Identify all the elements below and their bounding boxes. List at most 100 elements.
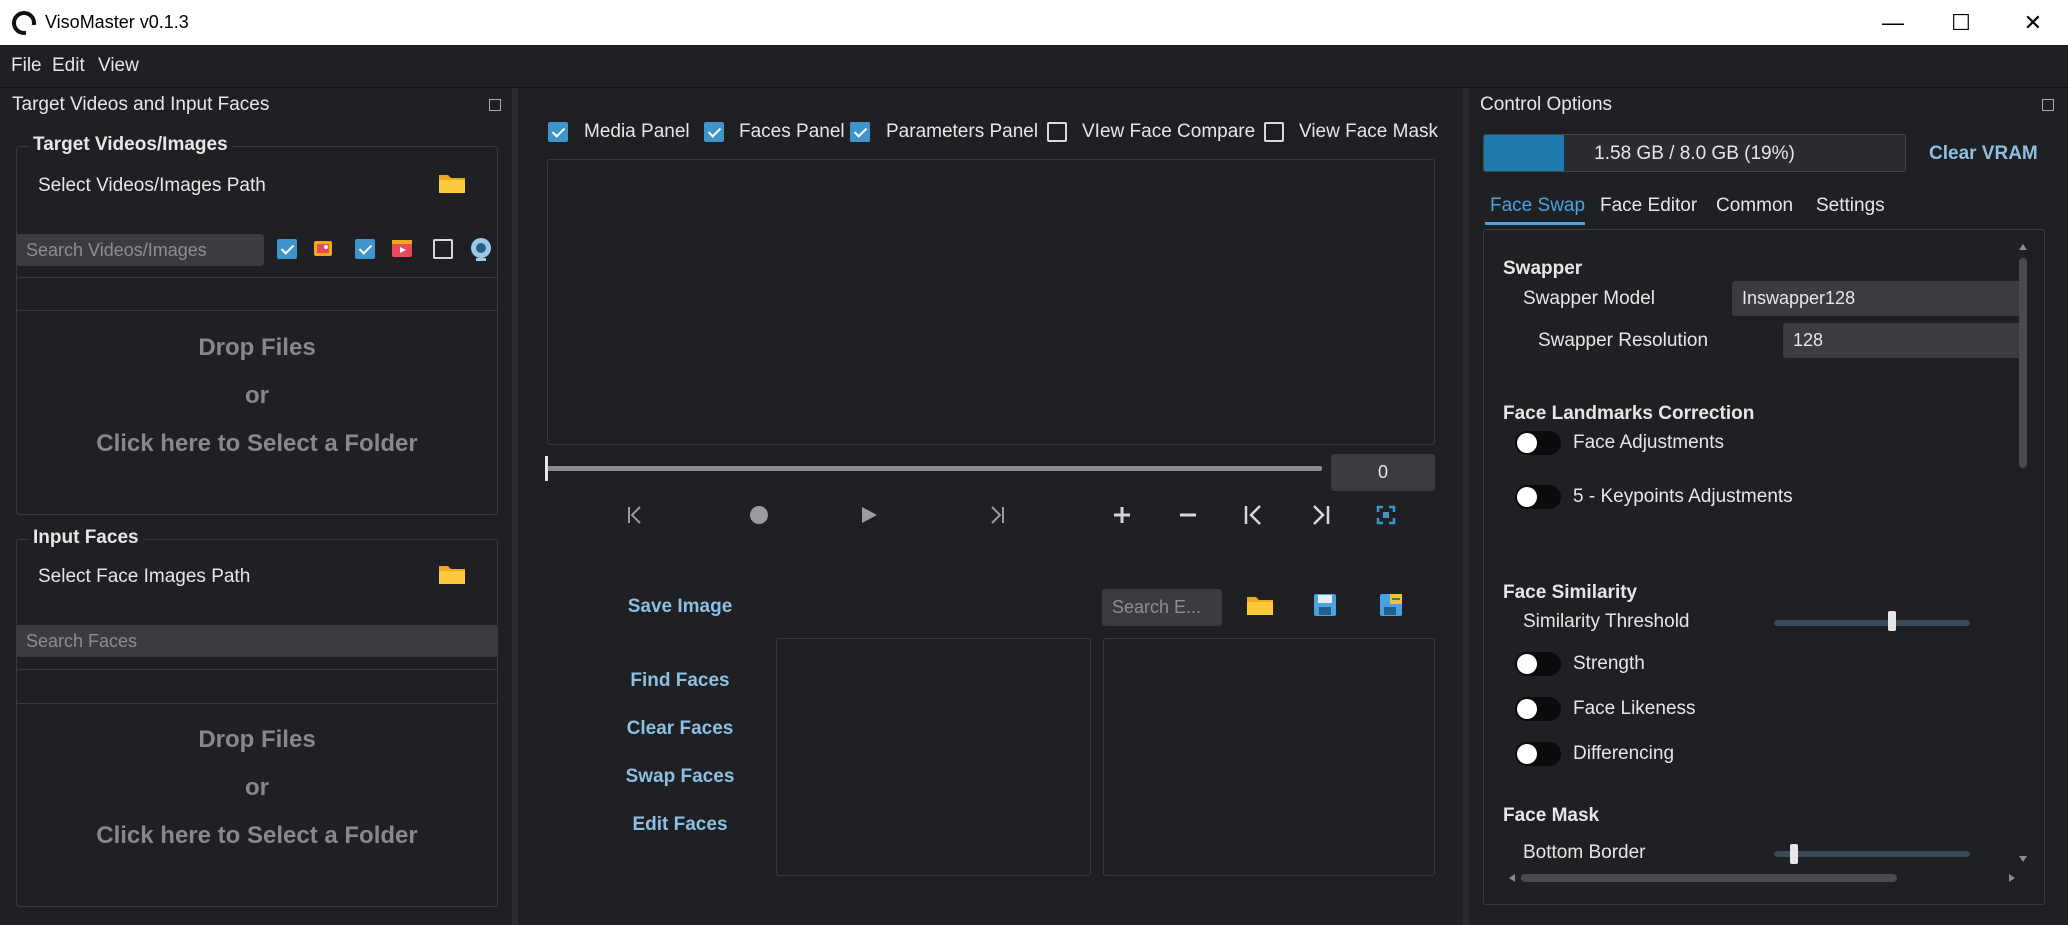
clear-faces-button[interactable]: Clear Faces [610, 718, 750, 740]
vram-usage-text: 1.58 GB / 8.0 GB (19%) [1594, 143, 1795, 164]
fullscreen-icon[interactable] [1368, 497, 1404, 533]
keypoints-adjustments-label: 5 - Keypoints Adjustments [1573, 486, 1793, 507]
scroll-down-icon[interactable] [2019, 856, 2027, 862]
seek-slider-handle[interactable] [545, 456, 548, 481]
keypoints-adjustments-toggle[interactable] [1515, 485, 1561, 509]
input-faces-title: Input Faces [29, 527, 143, 549]
center-panel: Media Panel Faces Panel Parameters Panel… [518, 89, 1463, 925]
frame-number-input[interactable]: 0 [1331, 454, 1435, 491]
menu-edit[interactable]: Edit [52, 55, 85, 77]
media-panel-label: Media Panel [584, 121, 690, 142]
similarity-threshold-slider[interactable] [1774, 620, 1970, 626]
bottom-border-slider[interactable] [1774, 851, 1970, 857]
tab-settings[interactable]: Settings [1816, 195, 1885, 217]
swapper-resolution-label: Swapper Resolution [1538, 330, 1709, 351]
view-face-compare-checkbox[interactable] [1047, 122, 1067, 142]
similarity-section-title: Face Similarity [1503, 582, 1638, 603]
landmarks-section-title: Face Landmarks Correction [1503, 403, 1755, 424]
edit-faces-button[interactable]: Edit Faces [610, 814, 750, 836]
differencing-label: Differencing [1573, 743, 1675, 764]
similarity-threshold-label: Similarity Threshold [1523, 611, 1690, 632]
tab-face-editor[interactable]: Face Editor [1600, 195, 1697, 217]
parameters-panel-label: Parameters Panel [886, 121, 1039, 142]
face-likeness-toggle[interactable] [1515, 697, 1561, 721]
clear-vram-button[interactable]: Clear VRAM [1929, 143, 2038, 165]
previous-frame-icon[interactable] [618, 497, 654, 533]
strength-toggle[interactable] [1515, 652, 1561, 676]
video-preview-area[interactable] [547, 159, 1435, 445]
seek-slider-track[interactable] [547, 466, 1322, 471]
target-videos-title: Target Videos/Images [29, 134, 232, 156]
similarity-threshold-handle[interactable] [1888, 611, 1896, 631]
images-filter-checkbox[interactable] [277, 239, 297, 259]
drop-files-text: Drop Files [198, 726, 316, 753]
faces-drop-zone[interactable]: Drop Files or Click here to Select a Fol… [16, 669, 498, 907]
swapper-section-title: Swapper [1503, 258, 1583, 279]
drop-or-text: or [245, 774, 269, 801]
select-folder-text: Click here to Select a Folder [96, 822, 418, 849]
tab-common[interactable]: Common [1716, 195, 1793, 217]
next-frame-icon[interactable] [978, 497, 1014, 533]
swapper-model-select[interactable]: Inswapper128 [1732, 281, 2027, 316]
swapper-model-label: Swapper Model [1523, 288, 1656, 309]
select-face-path-label: Select Face Images Path [38, 566, 251, 587]
left-panel: Target Videos and Input Faces Target Vid… [0, 89, 512, 925]
strength-label: Strength [1573, 653, 1645, 674]
maximize-button[interactable]: ☐ [1926, 0, 1996, 45]
minimize-button[interactable]: — [1858, 0, 1928, 45]
videos-filter-checkbox[interactable] [355, 239, 375, 259]
vertical-scroll-thumb[interactable] [2019, 258, 2027, 468]
swapper-resolution-select[interactable]: 128 [1783, 323, 2027, 358]
open-embeddings-folder-icon[interactable] [1246, 594, 1274, 616]
search-faces-input[interactable]: Search Faces [16, 625, 498, 657]
tab-face-swap[interactable]: Face Swap [1490, 195, 1585, 217]
menu-file[interactable]: File [11, 55, 42, 77]
view-face-mask-checkbox[interactable] [1264, 122, 1284, 142]
face-adjustments-toggle[interactable] [1515, 431, 1561, 455]
horizontal-scroll-thumb[interactable] [1521, 874, 1897, 882]
next-marker-icon[interactable] [1302, 497, 1338, 533]
parameters-panel-checkbox[interactable] [850, 122, 870, 142]
save-as-embeddings-icon[interactable] [1378, 592, 1404, 618]
window-title: VisoMaster v0.1.3 [45, 12, 189, 32]
view-face-mask-label: View Face Mask [1299, 121, 1439, 142]
search-videos-input[interactable]: Search Videos/Images [16, 234, 264, 266]
drop-or-text: or [245, 382, 269, 409]
folder-icon[interactable] [438, 172, 466, 194]
menu-view[interactable]: View [98, 55, 139, 77]
find-faces-button[interactable]: Find Faces [610, 670, 750, 692]
undock-icon[interactable] [2042, 99, 2054, 111]
target-drop-zone[interactable]: Drop Files or Click here to Select a Fol… [16, 277, 498, 515]
add-marker-icon[interactable] [1104, 497, 1140, 533]
target-faces-list[interactable] [776, 638, 1091, 876]
save-image-button[interactable]: Save Image [610, 596, 750, 618]
media-panel-checkbox[interactable] [548, 122, 568, 142]
bottom-border-handle[interactable] [1790, 844, 1798, 864]
active-tab-underline [1485, 222, 1585, 225]
record-icon[interactable] [741, 497, 777, 533]
face-mask-section-title: Face Mask [1503, 805, 1600, 826]
search-embeddings-input[interactable]: Search E... [1102, 589, 1222, 626]
save-embeddings-icon[interactable] [1312, 592, 1338, 618]
horizontal-scrollbar[interactable] [1509, 871, 2019, 885]
remove-marker-icon[interactable] [1170, 497, 1206, 533]
differencing-toggle[interactable] [1515, 742, 1561, 766]
play-icon[interactable] [851, 497, 887, 533]
face-swap-scroll-area[interactable]: Swapper Swapper Model Inswapper128 Swapp… [1501, 242, 2027, 878]
scroll-up-icon[interactable] [2019, 244, 2027, 250]
scroll-left-icon[interactable] [1509, 874, 1515, 882]
swap-faces-button[interactable]: Swap Faces [610, 766, 750, 788]
webcam-filter-checkbox[interactable] [433, 239, 453, 259]
view-face-compare-label: VIew Face Compare [1082, 121, 1256, 142]
close-button[interactable]: ✕ [1998, 0, 2068, 45]
menu-bar: File Edit View [0, 45, 2068, 88]
faces-panel-checkbox[interactable] [704, 122, 724, 142]
undock-icon[interactable] [489, 99, 501, 111]
input-faces-list[interactable] [1103, 638, 1435, 876]
control-options-title: Control Options [1480, 94, 1613, 115]
faces-folder-icon[interactable] [438, 563, 466, 585]
right-panel: Control Options 1.58 GB / 8.0 GB (19%) C… [1469, 89, 2068, 925]
previous-marker-icon[interactable] [1236, 497, 1272, 533]
vertical-scrollbar[interactable] [2016, 244, 2030, 864]
scroll-right-icon[interactable] [2009, 874, 2015, 882]
